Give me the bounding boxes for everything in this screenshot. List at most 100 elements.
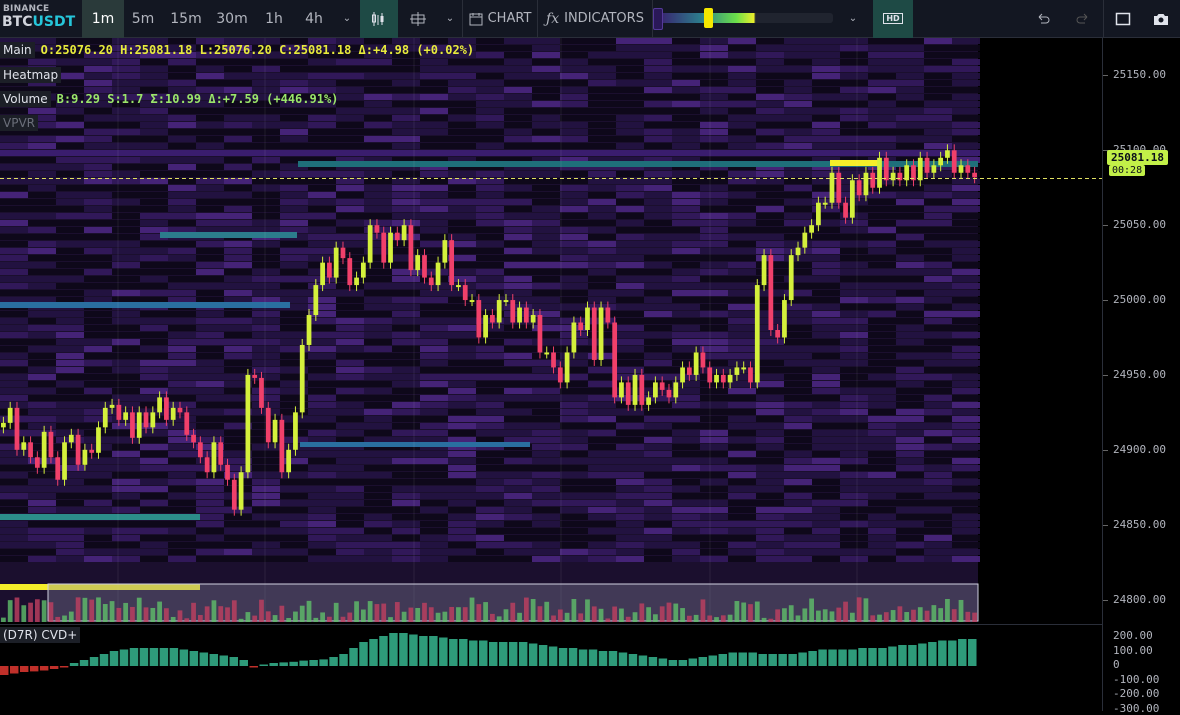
fullscreen-button[interactable] bbox=[1104, 0, 1142, 38]
heatmap-cell bbox=[672, 241, 700, 247]
timeframe-5m[interactable]: 5m bbox=[124, 0, 162, 38]
heatmap-cell bbox=[672, 500, 700, 506]
heatmap-cell bbox=[812, 38, 840, 44]
timeframe-1m[interactable]: 1m bbox=[82, 0, 124, 38]
chart-button[interactable]: CHART bbox=[463, 0, 537, 38]
heatmap-cell bbox=[280, 255, 308, 261]
heatmap-cell bbox=[84, 255, 112, 261]
slider-dropdown[interactable]: ⌄ bbox=[833, 0, 873, 38]
heatmap-cell bbox=[896, 234, 924, 240]
volume-bar bbox=[564, 612, 570, 622]
heatmap-cell bbox=[644, 444, 672, 450]
heatmap-cell bbox=[728, 192, 756, 198]
heatmap-cell bbox=[112, 262, 140, 268]
heatmap-cell bbox=[700, 437, 728, 443]
heatmap-cell bbox=[532, 339, 560, 345]
heatmap-tag[interactable]: Heatmap bbox=[0, 67, 62, 83]
indicators-button[interactable]: ƒx INDICATORS bbox=[538, 0, 652, 38]
undo-button[interactable] bbox=[1023, 0, 1063, 38]
cvd-bar bbox=[269, 663, 278, 666]
heatmap-cell bbox=[252, 311, 280, 317]
price-axis[interactable]: 25150.0025100.0025050.0025000.0024950.00… bbox=[1102, 38, 1180, 715]
volume-tag[interactable]: Volume bbox=[0, 91, 51, 107]
cvd-bar bbox=[159, 648, 169, 666]
heatmap-cell bbox=[364, 213, 392, 219]
heatmap-cell bbox=[756, 479, 784, 485]
candle-body bbox=[96, 427, 101, 453]
heatmap-cell bbox=[84, 402, 112, 408]
heatmap-cell bbox=[728, 248, 756, 254]
heatmap-cell bbox=[588, 521, 616, 527]
candle-body bbox=[666, 389, 672, 398]
cvd-indicator-label[interactable]: (D7R) CVD+ bbox=[0, 627, 81, 643]
heatmap-cell bbox=[420, 311, 448, 317]
slider-min-handle[interactable] bbox=[653, 7, 663, 30]
heatmap-cell bbox=[56, 465, 84, 471]
timeframe-dropdown[interactable]: ⌄ bbox=[334, 0, 360, 38]
candle-body bbox=[775, 330, 781, 338]
heatmap-cell bbox=[364, 360, 392, 366]
timeframe-30m[interactable]: 30m bbox=[210, 0, 254, 38]
heatmap-cell bbox=[896, 332, 924, 338]
heatmap-cell bbox=[840, 290, 868, 296]
heatmap-threshold-slider[interactable] bbox=[653, 0, 833, 38]
redo-button[interactable] bbox=[1063, 0, 1103, 38]
heatmap-cell bbox=[420, 346, 448, 352]
heatmap-cell bbox=[812, 381, 840, 387]
timeframe-15m[interactable]: 15m bbox=[162, 0, 210, 38]
heatmap-candles-canvas[interactable] bbox=[0, 38, 1102, 622]
heatmap-cell bbox=[756, 87, 784, 93]
price-chart[interactable] bbox=[0, 38, 1102, 622]
heatmap-cell bbox=[140, 388, 168, 394]
heatmap-cell bbox=[588, 192, 616, 198]
heatmap-cell bbox=[924, 416, 952, 422]
cvd-bar bbox=[678, 660, 688, 666]
heatmap-cell bbox=[924, 80, 952, 86]
candles-button[interactable] bbox=[360, 0, 398, 38]
heatmap-cell bbox=[700, 192, 728, 198]
heatmap-cell bbox=[896, 388, 924, 394]
hd-button[interactable]: HD bbox=[873, 0, 913, 38]
heatmap-cell bbox=[840, 493, 868, 499]
cvd-pane[interactable] bbox=[0, 624, 1102, 711]
symbol-selector[interactable]: BINANCE BTCUSDT bbox=[0, 0, 82, 38]
timeframe-4h[interactable]: 4h bbox=[294, 0, 334, 38]
candle-body bbox=[204, 457, 210, 473]
heatmap-cell bbox=[588, 220, 616, 226]
heatmap-cell bbox=[672, 171, 700, 177]
liquidity-band bbox=[0, 302, 290, 308]
drawing-dropdown[interactable]: ⌄ bbox=[438, 0, 462, 38]
heatmap-cell bbox=[532, 234, 560, 240]
heatmap-cell bbox=[224, 213, 252, 219]
heatmap-cell bbox=[532, 129, 560, 135]
heatmap-cell bbox=[196, 108, 224, 114]
heatmap-cell bbox=[868, 45, 896, 51]
heatmap-cell bbox=[532, 262, 560, 268]
heatmap-cell bbox=[924, 199, 952, 205]
heatmap-cell bbox=[280, 542, 308, 548]
volume-bar bbox=[238, 618, 244, 622]
heatmap-cell bbox=[812, 101, 840, 107]
heatmap-cell bbox=[896, 486, 924, 492]
screenshot-button[interactable] bbox=[1142, 0, 1180, 38]
volume-bar bbox=[802, 608, 808, 622]
heatmap-cell bbox=[728, 318, 756, 324]
vpvr-tag[interactable]: VPVR bbox=[0, 115, 38, 131]
slider-max-handle[interactable] bbox=[704, 7, 713, 28]
heatmap-cell bbox=[924, 52, 952, 58]
cvd-bar bbox=[548, 646, 558, 666]
heatmap-cell bbox=[896, 115, 924, 121]
main-pane-tag[interactable]: Main bbox=[0, 42, 35, 58]
heatmap-cell bbox=[112, 185, 140, 191]
heatmap-cell bbox=[28, 486, 56, 492]
heatmap-cell bbox=[812, 318, 840, 324]
heatmap-cell bbox=[140, 493, 168, 499]
volume-bar bbox=[544, 601, 550, 622]
timeframe-1h[interactable]: 1h bbox=[254, 0, 294, 38]
heatmap-cell bbox=[56, 311, 84, 317]
heatmap-cell bbox=[700, 73, 728, 79]
heatmap-cell bbox=[840, 115, 868, 121]
heatmap-cell bbox=[28, 185, 56, 191]
crosshair-button[interactable] bbox=[398, 0, 438, 38]
volume-bar bbox=[408, 607, 414, 622]
